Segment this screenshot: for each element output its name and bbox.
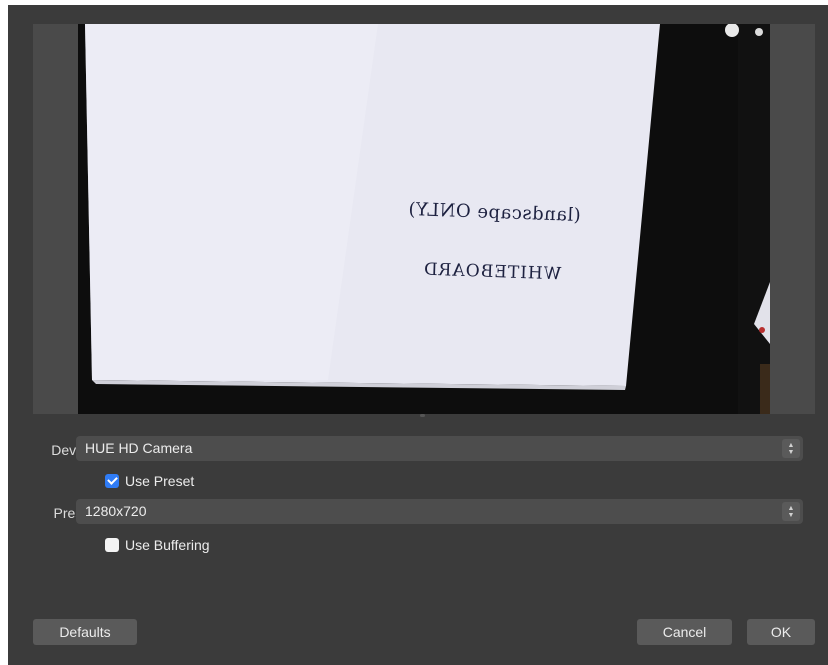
splitter-handle[interactable]: [420, 414, 425, 417]
use-buffering-checkbox[interactable]: [105, 538, 119, 552]
use-preset-label: Use Preset: [125, 473, 195, 489]
device-select-value: HUE HD Camera: [85, 440, 193, 456]
updown-chevron-icon: ▲ ▼: [782, 439, 800, 458]
preview-area: (landscape ONLY) WHITEBOARD: [33, 24, 815, 414]
device-select[interactable]: HUE HD Camera ▲ ▼: [76, 436, 803, 461]
use-preset-checkbox[interactable]: [105, 474, 119, 488]
use-buffering-row[interactable]: Use Buffering: [105, 536, 210, 554]
video-capture-properties-dialog: (landscape ONLY) WHITEBOARD Device HUE H…: [8, 5, 828, 665]
use-preset-row[interactable]: Use Preset: [105, 472, 194, 490]
ok-button[interactable]: OK: [747, 619, 815, 645]
use-buffering-label: Use Buffering: [125, 537, 210, 553]
defaults-button[interactable]: Defaults: [33, 619, 137, 645]
camera-preview: (landscape ONLY) WHITEBOARD: [78, 24, 770, 414]
preset-select-value: 1280x720: [85, 503, 147, 519]
cancel-button[interactable]: Cancel: [637, 619, 732, 645]
preset-select[interactable]: 1280x720 ▲ ▼: [76, 499, 803, 524]
updown-chevron-icon: ▲ ▼: [782, 502, 800, 521]
